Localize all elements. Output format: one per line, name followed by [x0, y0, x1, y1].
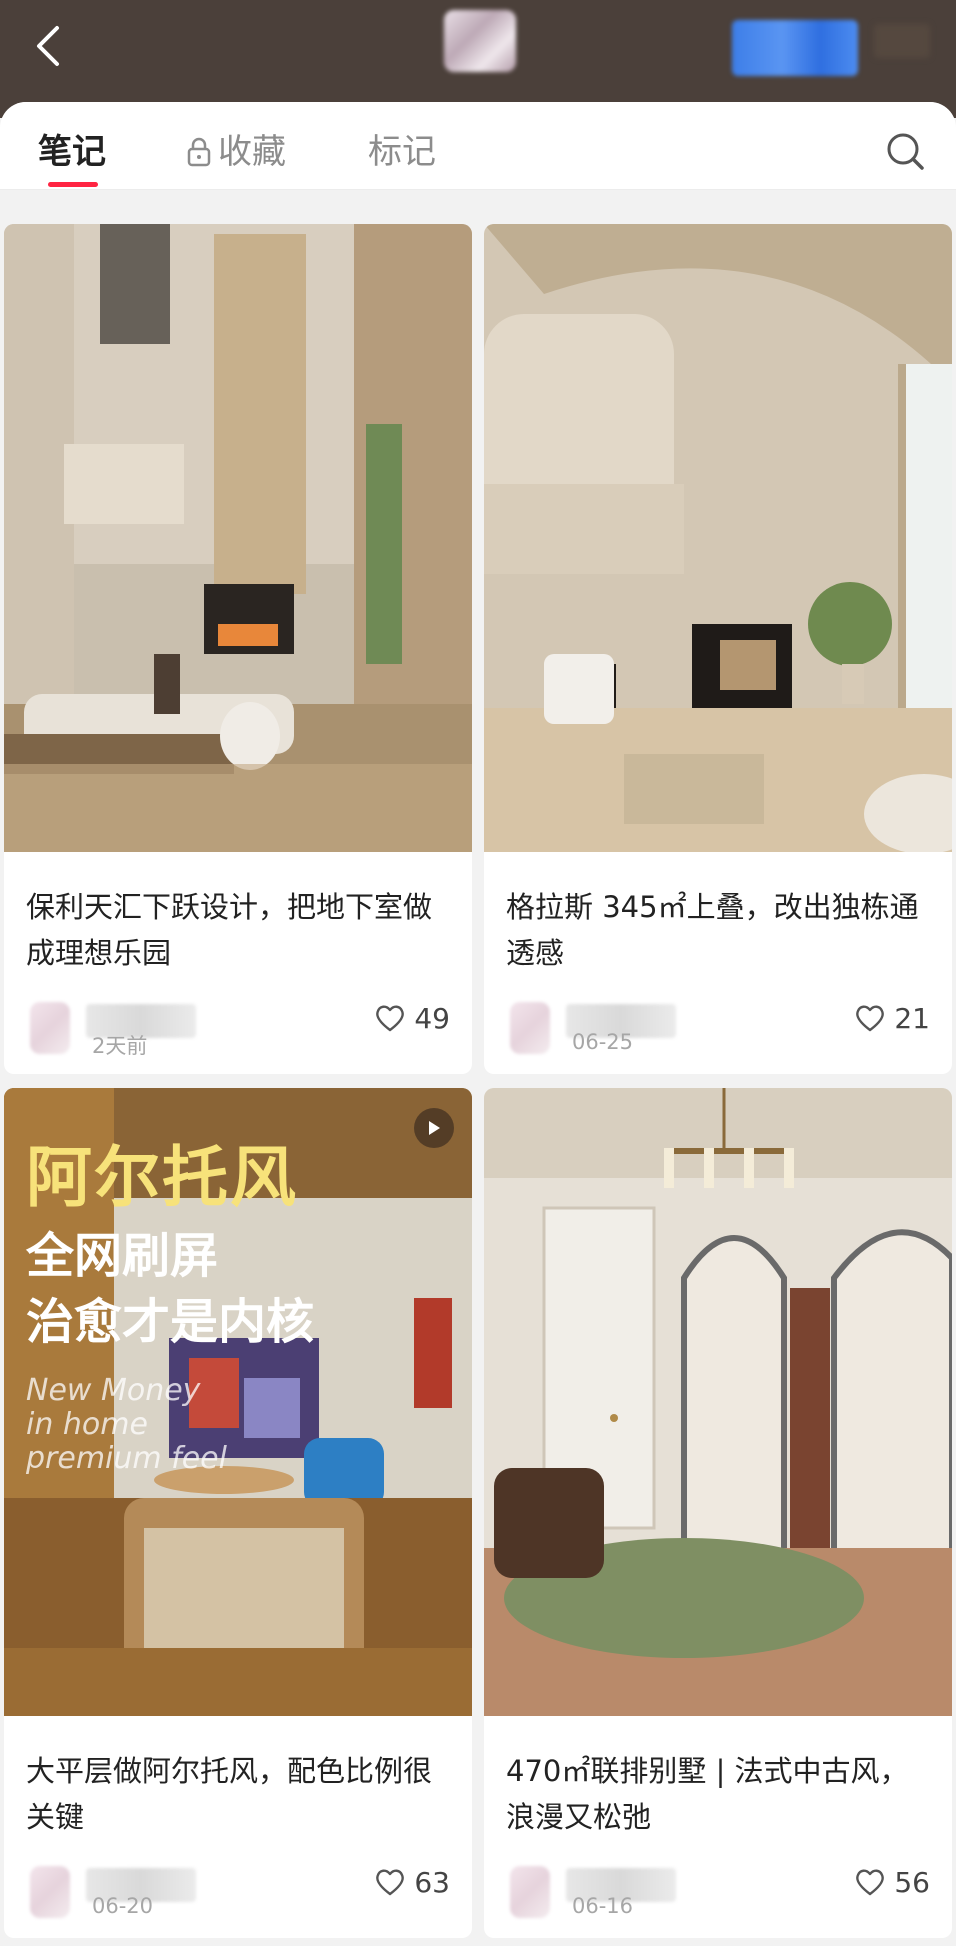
note-card[interactable]: 470㎡联排别墅 | 法式中古风，浪漫又松弛 06-16 56	[484, 1088, 952, 1938]
note-date: 06-16	[572, 1894, 634, 1918]
like-button[interactable]: 21	[854, 998, 930, 1038]
heart-icon	[856, 1005, 885, 1032]
like-button[interactable]: 56	[854, 1862, 930, 1902]
note-date: 2天前	[92, 1034, 148, 1058]
note-title[interactable]: 大平层做阿尔托风，配色比例很关键	[26, 1748, 456, 1840]
note-cover-image	[4, 224, 472, 852]
cover-overlay-english: New Money	[26, 1373, 201, 1408]
play-icon	[429, 1121, 440, 1135]
note-card[interactable]: 保利天汇下跃设计，把地下室做成理想乐园 2天前 49	[4, 224, 472, 1074]
tab-bar: 笔记 收藏 标记	[0, 102, 956, 190]
note-card[interactable]: 格拉斯 345㎡上叠，改出独栋通透感 06-25 21	[484, 224, 952, 1074]
note-cover-image: 阿尔托风 全网刷屏 治愈才是内核 New Money in home premi…	[4, 1088, 472, 1716]
note-title[interactable]: 保利天汇下跃设计，把地下室做成理想乐园	[26, 884, 456, 976]
search-icon	[887, 133, 924, 170]
more-button[interactable]	[874, 24, 930, 58]
heart-icon	[376, 1869, 405, 1896]
note-date: 06-25	[572, 1030, 634, 1054]
video-badge	[414, 1108, 454, 1148]
tab-marked-label: 标记	[368, 132, 436, 172]
like-count: 21	[894, 1001, 930, 1035]
active-tab-indicator	[48, 182, 98, 187]
author-avatar[interactable]	[30, 1002, 70, 1054]
author-avatar[interactable]	[510, 1866, 550, 1918]
like-count: 56	[894, 1865, 930, 1899]
like-count: 49	[414, 1001, 450, 1035]
search-button[interactable]	[884, 130, 928, 174]
cover-overlay-line: 全网刷屏	[26, 1228, 219, 1284]
note-card[interactable]: 阿尔托风 全网刷屏 治愈才是内核 New Money in home premi…	[4, 1088, 472, 1938]
tab-marked[interactable]: 标记	[368, 130, 436, 174]
lock-icon	[187, 137, 211, 167]
author-avatar[interactable]	[30, 1866, 70, 1918]
cover-overlay-line: 治愈才是内核	[26, 1294, 315, 1350]
heart-icon	[856, 1869, 885, 1896]
chevron-left-icon	[37, 26, 59, 66]
cover-overlay-title: 阿尔托风	[26, 1139, 298, 1216]
cover-overlay-english: in home	[26, 1407, 148, 1442]
back-button[interactable]	[24, 18, 72, 74]
like-button[interactable]: 49	[374, 998, 450, 1038]
cover-overlay-english: premium feel	[26, 1441, 227, 1476]
profile-avatar[interactable]	[444, 10, 516, 72]
note-title[interactable]: 470㎡联排别墅 | 法式中古风，浪漫又松弛	[506, 1748, 936, 1840]
tab-favorites-label: 收藏	[218, 132, 286, 172]
note-cover-image	[484, 224, 952, 852]
heart-icon	[376, 1005, 405, 1032]
author-avatar[interactable]	[510, 1002, 550, 1054]
top-header	[0, 0, 956, 118]
tab-favorites[interactable]: 收藏	[186, 130, 286, 174]
note-cover-image	[484, 1088, 952, 1716]
note-title[interactable]: 格拉斯 345㎡上叠，改出独栋通透感	[506, 884, 936, 976]
note-date: 06-20	[92, 1894, 154, 1918]
feed-top-spacer	[0, 190, 956, 226]
tab-notes-label: 笔记	[38, 132, 106, 172]
follow-button[interactable]	[732, 20, 858, 76]
like-count: 63	[414, 1865, 450, 1899]
like-button[interactable]: 63	[374, 1862, 450, 1902]
tab-notes[interactable]: 笔记	[38, 130, 106, 174]
